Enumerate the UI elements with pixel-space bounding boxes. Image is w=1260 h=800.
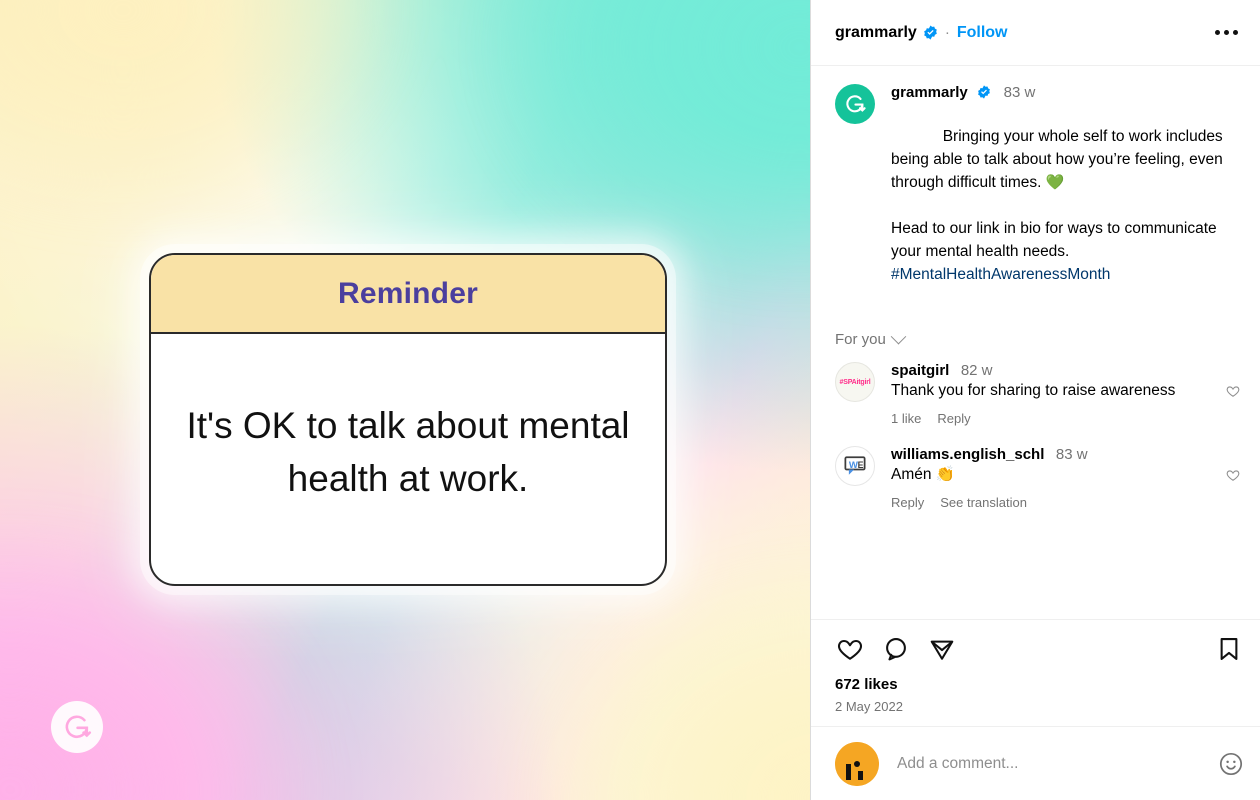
add-comment-bar bbox=[811, 726, 1260, 800]
post-sidebar: grammarly · Follow grammarly 83 w Bringi… bbox=[811, 0, 1260, 800]
grammarly-logo-icon bbox=[51, 701, 103, 753]
comment-reply-button[interactable]: Reply bbox=[891, 495, 924, 510]
reminder-card-text: It's OK to talk about mental health at w… bbox=[186, 405, 630, 499]
svg-text:E: E bbox=[858, 460, 864, 470]
comment-timestamp: 82 w bbox=[960, 362, 993, 380]
comment-body: williams.english_schl 83 w Amén 👏 Reply … bbox=[891, 446, 1222, 510]
post-actions: 672 likes 2 May 2022 bbox=[811, 619, 1260, 726]
reminder-card-header: Reminder bbox=[151, 255, 665, 334]
comment-timestamp: 83 w bbox=[1055, 446, 1088, 464]
comment-body: spaitgirl 82 w Thank you for sharing to … bbox=[891, 362, 1222, 426]
reminder-card: Reminder It's OK to talk about mental he… bbox=[149, 253, 667, 586]
avatar[interactable]: W E bbox=[835, 446, 875, 487]
comment-actions: 1 like Reply bbox=[891, 411, 1222, 426]
comment-reply-button[interactable]: Reply bbox=[937, 411, 970, 426]
list-item: W E williams.english_schl 83 w Amén 👏 Re… bbox=[811, 446, 1260, 510]
caption-text: Bringing your whole self to work include… bbox=[891, 103, 1244, 309]
follow-button[interactable]: Follow bbox=[957, 24, 1008, 42]
caption-paragraph-2: Head to our link in bio for ways to comm… bbox=[891, 219, 1221, 260]
heart-outline-icon[interactable] bbox=[1222, 362, 1244, 426]
chevron-down-icon bbox=[890, 329, 907, 345]
likes-count[interactable]: 672 likes bbox=[835, 676, 1244, 693]
heart-outline-icon[interactable] bbox=[835, 634, 865, 664]
comments-scroll-area[interactable]: grammarly 83 w Bringing your whole self … bbox=[811, 66, 1260, 619]
caption-row: grammarly 83 w Bringing your whole self … bbox=[811, 84, 1260, 309]
comment-input[interactable] bbox=[897, 754, 1200, 773]
comment-translate-button[interactable]: See translation bbox=[940, 495, 1027, 510]
post-media[interactable]: Reminder It's OK to talk about mental he… bbox=[0, 0, 811, 800]
avatar[interactable]: #SPAitgirl bbox=[835, 362, 875, 403]
more-options-icon[interactable] bbox=[1209, 24, 1244, 41]
caption-hashtag[interactable]: #MentalHealthAwarenessMonth bbox=[891, 266, 1110, 283]
comment-actions: Reply See translation bbox=[891, 495, 1222, 510]
reminder-card-title: Reminder bbox=[338, 276, 478, 310]
comment-meta: williams.english_schl 83 w bbox=[891, 446, 1222, 464]
comment-meta: spaitgirl 82 w bbox=[891, 362, 1222, 380]
comment-bubble-icon[interactable] bbox=[881, 634, 911, 664]
emoji-smiley-icon[interactable] bbox=[1218, 751, 1244, 777]
share-paper-plane-icon[interactable] bbox=[927, 634, 957, 664]
heart-outline-icon[interactable] bbox=[1222, 446, 1244, 510]
action-icon-bar bbox=[835, 628, 1244, 668]
verified-badge-icon bbox=[977, 85, 992, 100]
post-date: 2 May 2022 bbox=[835, 699, 903, 714]
instagram-post-view: Reminder It's OK to talk about mental he… bbox=[0, 0, 1260, 800]
avatar[interactable] bbox=[835, 84, 875, 124]
post-header: grammarly · Follow bbox=[811, 0, 1260, 66]
caption-meta: grammarly 83 w bbox=[891, 84, 1244, 102]
bookmark-outline-icon[interactable] bbox=[1214, 634, 1244, 664]
avatar[interactable] bbox=[835, 741, 879, 786]
comments-filter-label: For you bbox=[835, 331, 886, 349]
caption-username[interactable]: grammarly bbox=[891, 84, 968, 101]
comment-likes-count[interactable]: 1 like bbox=[891, 411, 921, 426]
caption-timestamp: 83 w bbox=[1003, 84, 1036, 101]
avatar-label: #SPAitgirl bbox=[839, 378, 871, 386]
scroll-fade bbox=[811, 605, 1260, 619]
green-heart-emoji: 💚 bbox=[1045, 173, 1065, 191]
comment-text: Thank you for sharing to raise awareness bbox=[891, 382, 1176, 400]
header-separator: · bbox=[944, 24, 950, 41]
header-username[interactable]: grammarly bbox=[835, 24, 917, 42]
comment-username[interactable]: williams.english_schl bbox=[891, 446, 1044, 463]
caption-body: grammarly 83 w Bringing your whole self … bbox=[891, 84, 1244, 309]
verified-badge-icon bbox=[923, 25, 938, 40]
list-item: #SPAitgirl spaitgirl 82 w Thank you for … bbox=[811, 362, 1260, 426]
comment-text: Amén 👏 bbox=[891, 466, 956, 484]
comments-filter-button[interactable]: For you bbox=[811, 329, 907, 362]
comment-username[interactable]: spaitgirl bbox=[891, 362, 949, 379]
reminder-card-body: It's OK to talk about mental health at w… bbox=[151, 334, 665, 582]
